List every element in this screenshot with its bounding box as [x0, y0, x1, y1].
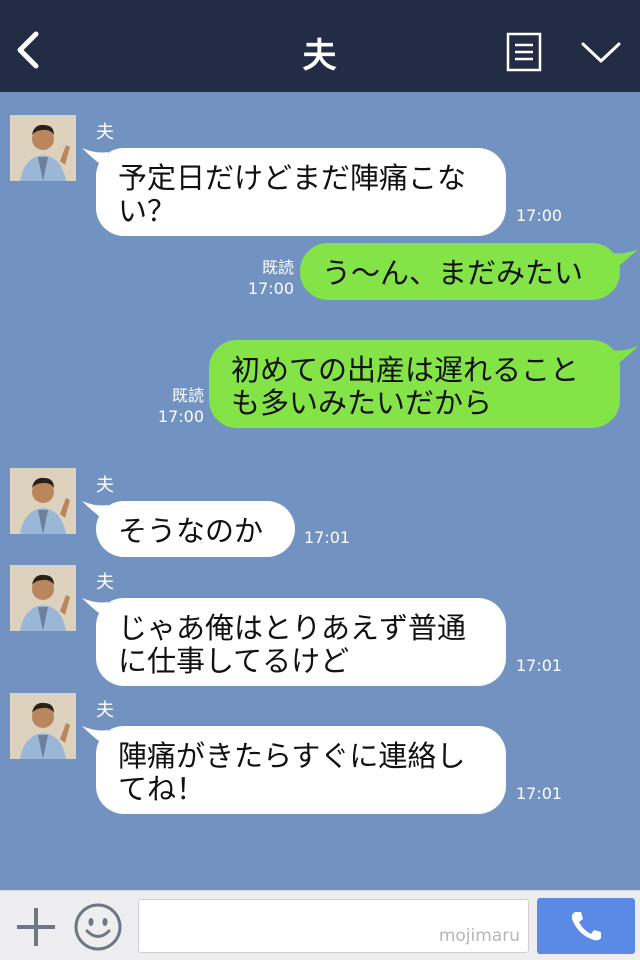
- message-time: 17:01: [516, 656, 563, 675]
- message-text-line: も多いみたいだから: [231, 386, 493, 420]
- message-time: 17:01: [516, 784, 563, 803]
- read-receipt: 既読: [171, 386, 204, 405]
- message-time: 17:00: [247, 279, 294, 298]
- message-bubble-incoming[interactable]: 予定日だけどまだ陣痛こな い？: [96, 148, 506, 236]
- message-bubble-incoming[interactable]: じゃあ俺はとりあえず普通 に仕事してるけど: [96, 598, 506, 686]
- message-input[interactable]: mojimaru: [138, 899, 529, 953]
- chat-title: 夫: [302, 36, 338, 76]
- message-text-line: じゃあ俺はとりあえず普通: [118, 611, 467, 645]
- input-bar: mojimaru: [0, 890, 640, 960]
- message-text-line: そうなのか: [118, 514, 264, 548]
- sender-name: 夫: [96, 700, 114, 721]
- message-text-line: 初めての出産は遅れること: [231, 353, 580, 387]
- avatar-person-icon: [10, 468, 76, 534]
- avatar[interactable]: [10, 693, 76, 759]
- message-bubble-outgoing[interactable]: う〜ん、まだみたい: [300, 243, 620, 300]
- message-bubble-outgoing[interactable]: 初めての出産は遅れること も多いみたいだから: [209, 340, 620, 428]
- bubble-tail: [612, 346, 638, 368]
- message-text-line: に仕事してるけど: [118, 644, 350, 678]
- phone-icon: [571, 912, 601, 941]
- avatar[interactable]: [10, 468, 76, 534]
- sender-name: 夫: [96, 475, 114, 496]
- smiley-icon[interactable]: [73, 902, 123, 952]
- avatar[interactable]: [10, 565, 76, 631]
- message-text-line: う〜ん、まだみたい: [322, 256, 584, 290]
- message-list[interactable]: 夫 予定日だけどまだ陣痛こな い？ 17:00 既読 17:00 う〜ん、まだみ…: [0, 92, 640, 890]
- sender-name: 夫: [96, 572, 114, 593]
- message-text-line: てね！: [118, 772, 206, 806]
- chat-header: 夫: [0, 0, 640, 92]
- avatar-person-icon: [10, 115, 76, 181]
- message-text-line: 予定日だけどまだ陣痛こな: [118, 161, 467, 195]
- watermark: mojimaru: [438, 926, 520, 946]
- chevron-down-icon[interactable]: [580, 40, 622, 66]
- menu-list-icon[interactable]: [506, 32, 542, 72]
- avatar-person-icon: [10, 565, 76, 631]
- bubble-tail: [612, 249, 638, 271]
- plus-icon[interactable]: [14, 905, 58, 949]
- message-bubble-incoming[interactable]: 陣痛がきたらすぐに連絡し てね！: [96, 726, 506, 814]
- avatar[interactable]: [10, 115, 76, 181]
- call-button[interactable]: [537, 898, 635, 954]
- avatar-person-icon: [10, 693, 76, 759]
- message-time: 17:01: [304, 528, 351, 547]
- read-receipt: 既読: [261, 258, 294, 277]
- message-text-line: い？: [118, 194, 177, 228]
- message-text-line: 陣痛がきたらすぐに連絡し: [118, 739, 466, 773]
- message-bubble-incoming[interactable]: そうなのか: [96, 501, 295, 557]
- message-time: 17:00: [157, 407, 204, 426]
- message-time: 17:00: [516, 206, 563, 225]
- sender-name: 夫: [96, 122, 114, 143]
